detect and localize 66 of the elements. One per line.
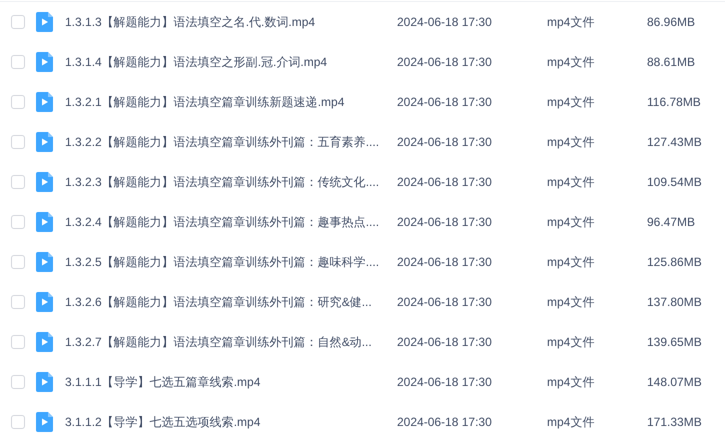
file-size: 139.65MB [647, 334, 702, 351]
file-size: 148.07MB [647, 374, 702, 391]
file-type: mp4文件 [547, 94, 596, 111]
modified-date: 2024-06-18 17:30 [397, 134, 493, 151]
checkbox[interactable] [11, 55, 25, 69]
video-file-icon [36, 372, 53, 392]
file-size: 125.86MB [647, 254, 702, 271]
file-type: mp4文件 [547, 294, 596, 311]
file-name-link[interactable]: 3.1.1.2【导学】七选五选项线索.mp4 [65, 413, 385, 431]
file-type: mp4文件 [547, 254, 596, 271]
video-file-icon [36, 292, 53, 312]
file-size: 116.78MB [647, 94, 701, 111]
video-file-icon [36, 132, 53, 152]
file-type: mp4文件 [547, 174, 596, 191]
file-type: mp4文件 [547, 414, 596, 431]
file-name-link[interactable]: 1.3.2.1【解题能力】语法填空篇章训练新题速递.mp4 [65, 93, 385, 111]
checkbox[interactable] [11, 335, 25, 349]
file-name-link[interactable]: 1.3.1.4【解题能力】语法填空之形副.冠.介词.mp4 [65, 53, 385, 71]
modified-date: 2024-06-18 17:30 [397, 334, 493, 351]
file-size: 109.54MB [647, 174, 702, 191]
file-size: 171.33MB [647, 414, 702, 431]
checkbox[interactable] [11, 95, 25, 109]
file-name-link[interactable]: 1.3.2.5【解题能力】语法填空篇章训练外刊篇：趣味科学.... [65, 253, 385, 271]
file-name-link[interactable]: 1.3.2.4【解题能力】语法填空篇章训练外刊篇：趣事热点.... [65, 213, 385, 231]
modified-date: 2024-06-18 17:30 [397, 294, 493, 311]
checkbox[interactable] [11, 135, 25, 149]
file-name-link[interactable]: 1.3.1.3【解题能力】语法填空之名.代.数词.mp4 [65, 13, 385, 31]
modified-date: 2024-06-18 17:30 [397, 374, 493, 391]
modified-date: 2024-06-18 17:30 [397, 14, 493, 31]
file-size: 137.80MB [647, 294, 702, 311]
file-name-link[interactable]: 1.3.2.2【解题能力】语法填空篇章训练外刊篇：五育素养.... [65, 133, 385, 151]
checkbox[interactable] [11, 295, 25, 309]
modified-date: 2024-06-18 17:30 [397, 174, 493, 191]
modified-date: 2024-06-18 17:30 [397, 94, 493, 111]
file-type: mp4文件 [547, 134, 596, 151]
video-file-icon [36, 92, 53, 112]
checkbox[interactable] [11, 215, 25, 229]
checkbox[interactable] [11, 255, 25, 269]
file-name-link[interactable]: 1.3.2.7【解题能力】语法填空篇章训练外刊篇：自然&动... [65, 333, 385, 351]
checkbox[interactable] [11, 175, 25, 189]
checkbox[interactable] [11, 415, 25, 429]
video-file-icon [36, 172, 53, 192]
modified-date: 2024-06-18 17:30 [397, 54, 493, 71]
checkbox[interactable] [11, 15, 25, 29]
file-type: mp4文件 [547, 214, 596, 231]
video-file-icon [36, 212, 53, 232]
video-file-icon [36, 52, 53, 72]
modified-date: 2024-06-18 17:30 [397, 214, 493, 231]
file-size: 88.61MB [647, 54, 696, 71]
file-name-link[interactable]: 3.1.1.1【导学】七选五篇章线索.mp4 [65, 373, 385, 391]
file-name-link[interactable]: 1.3.2.3【解题能力】语法填空篇章训练外刊篇：传统文化.... [65, 173, 385, 191]
file-type: mp4文件 [547, 14, 596, 31]
file-name-link[interactable]: 1.3.2.6【解题能力】语法填空篇章训练外刊篇：研究&健... [65, 293, 385, 311]
file-type: mp4文件 [547, 334, 596, 351]
file-type: mp4文件 [547, 54, 596, 71]
file-size: 96.47MB [647, 214, 696, 231]
video-file-icon [36, 332, 53, 352]
modified-date: 2024-06-18 17:30 [397, 254, 493, 271]
video-file-icon [36, 12, 53, 32]
file-size: 127.43MB [647, 134, 702, 151]
file-type: mp4文件 [547, 374, 596, 391]
video-file-icon [36, 412, 53, 432]
video-file-icon [36, 252, 53, 272]
checkbox[interactable] [11, 375, 25, 389]
modified-date: 2024-06-18 17:30 [397, 414, 493, 431]
file-size: 86.96MB [647, 14, 696, 31]
